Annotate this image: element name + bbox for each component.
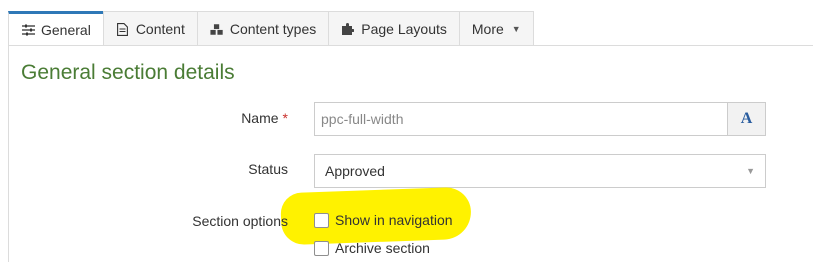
required-marker: * <box>282 110 288 126</box>
archive-section-checkbox[interactable] <box>314 240 329 256</box>
tab-content-types[interactable]: Content types <box>196 11 330 46</box>
page: General Content Content types Page Layou… <box>0 0 813 262</box>
tab-more[interactable]: More ▼ <box>458 11 534 46</box>
document-icon <box>116 22 130 36</box>
name-label: Name <box>241 110 279 126</box>
status-select[interactable]: Approved ▼ <box>314 154 766 188</box>
archive-section-label: Archive section <box>335 240 430 256</box>
name-label-wrap: Name * <box>241 110 288 126</box>
show-in-navigation-checkbox[interactable] <box>314 212 329 228</box>
tab-content[interactable]: Content <box>102 11 198 46</box>
name-field: A <box>314 102 766 136</box>
font-style-icon[interactable]: A <box>727 103 765 135</box>
archive-section-option[interactable]: Archive section <box>314 240 430 256</box>
show-in-navigation-label: Show in navigation <box>335 212 453 228</box>
status-label: Status <box>248 161 288 177</box>
tab-bar: General Content Content types Page Layou… <box>8 11 813 46</box>
status-value: Approved <box>325 163 385 179</box>
tab-page-layouts-label: Page Layouts <box>361 21 447 37</box>
tab-general[interactable]: General <box>8 11 104 46</box>
section-title: General section details <box>21 61 235 84</box>
chevron-down-icon: ▼ <box>746 166 755 176</box>
name-input[interactable] <box>315 103 727 135</box>
caret-down-icon: ▼ <box>511 24 521 34</box>
puzzle-icon <box>341 22 355 36</box>
general-pane: General section details Name* A Status A… <box>8 45 813 262</box>
show-in-navigation-option[interactable]: Show in navigation <box>314 212 453 228</box>
tab-content-label: Content <box>135 21 185 37</box>
tab-page-layouts[interactable]: Page Layouts <box>328 11 460 46</box>
cubes-icon <box>210 22 224 36</box>
tab-general-label: General <box>41 22 91 38</box>
sliders-icon <box>21 23 35 37</box>
tab-content-types-label: Content types <box>229 21 317 37</box>
section-options-label: Section options <box>192 213 288 229</box>
tab-more-label: More <box>471 21 504 37</box>
